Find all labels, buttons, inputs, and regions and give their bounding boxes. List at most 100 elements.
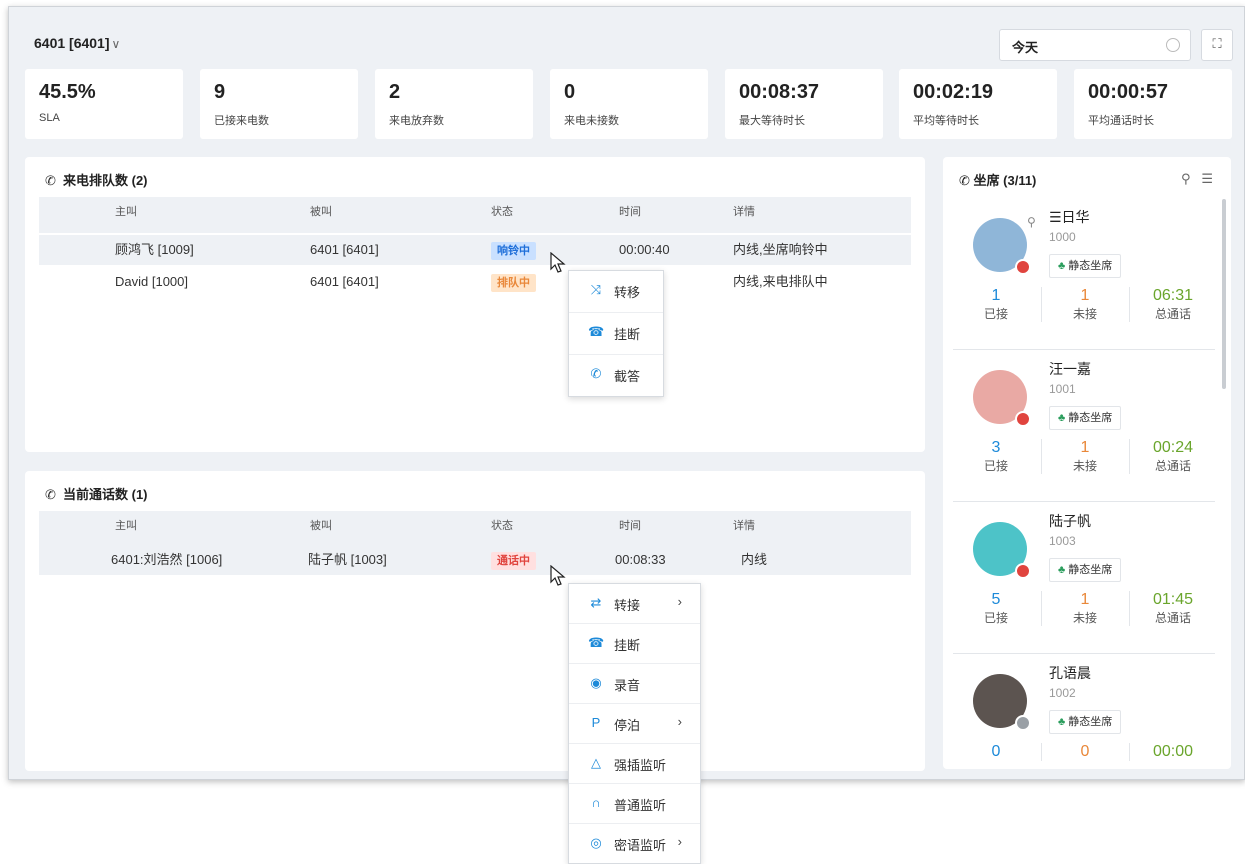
agent-name: 陆子帆 [1049,513,1091,529]
column-header: 被叫 [310,520,332,532]
column-header: 状态 [491,206,513,218]
agent-card[interactable]: 孔语晨 1002 ♣ 静态坐席 0 0 00:00 [953,655,1215,769]
status-dot [1015,411,1031,427]
call-context-menu: ⇄ 转接 › ☎ 挂断 ◉ 录音 P 停泊 › △ 强插监听 ∩ 普通监听 ◎ … [568,583,701,864]
menu-item-hangup[interactable]: ☎ 挂断 [569,624,700,664]
talk-stat: 00:00 [1129,743,1216,761]
detail-cell: 内线,来电排队中 [733,274,828,289]
user-group-icon: ♣ [1058,260,1066,272]
menu-item-hangup[interactable]: ☎ 挂断 [569,313,663,355]
callee-cell: 6401 [6401] [310,274,379,289]
answered-label: 已接 [983,459,1008,473]
date-value: 今天 [1012,40,1039,55]
time-cell: 00:00:40 [619,242,670,257]
search-icon[interactable]: ⚲ [1181,171,1191,186]
chevron-down-icon: ∨ [111,37,121,51]
answered-count: 3 [991,439,1001,456]
table-row[interactable]: 6401:刘浩然 [1006] 陆子帆 [1003] 通话中 00:08:33 … [39,545,911,575]
stats-row: 45.5% SLA 9 已接来电数 2 来电放弃数 0 来电未接数 00:08:… [25,69,1235,139]
talk-time: 01:45 [1152,591,1194,608]
agent-card[interactable]: ⚲ ☰日华 1000 ♣ 静态坐席 1 已接 1 未接 06:31 总通话 [953,199,1215,350]
hangup-icon: ☎ [588,324,605,339]
transfer-icon: ⤨ [590,282,602,297]
missed-label: 未接 [1072,611,1097,625]
status-badge: 排队中 [491,274,536,292]
agent-name: ☰日华 [1049,209,1090,225]
column-header: 状态 [491,520,513,532]
menu-item-label: 普通监听 [614,798,667,813]
stat-card-avg-talk: 00:00:57 平均通话时长 [1074,69,1232,139]
stat-value: 00:00:57 [1088,81,1169,103]
stat-card-avg-wait: 00:02:19 平均等待时长 [899,69,1057,139]
missed-count: 0 [1080,743,1090,760]
talk-time: 00:00 [1152,743,1194,760]
agents-title-text: 坐席 (3/11) [973,173,1037,188]
menu-item-record[interactable]: ◉ 录音 [569,664,700,704]
expand-icon: ⛶ [1212,36,1222,51]
column-header: 被叫 [310,206,332,218]
agent-extension: 1001 [1049,382,1076,396]
fullscreen-button[interactable]: ⛶ [1201,29,1233,61]
agent-card[interactable]: 汪一嘉 1001 ♣ 静态坐席 3 已接 1 未接 00:24 总通话 [953,351,1215,502]
list-view-icon[interactable]: ☰ [1201,171,1213,186]
agents-panel: ✆ 坐席 (3/11) ⚲ ☰ ⚲ ☰日华 1000 ♣ 静态坐席 1 已接 1 未接… [943,157,1231,769]
menu-item-label: 截答 [614,369,641,384]
column-header: 时间 [619,520,641,532]
queue-table-header: 主叫 被叫 状态 时间 详情 [39,197,911,233]
answered-count: 1 [991,287,1001,304]
status-dot [1015,715,1031,731]
caller-cell: David [1000] [115,274,188,289]
menu-item-transfer[interactable]: ⤨ 转移 [569,271,663,313]
agent-card[interactable]: 陆子帆 1003 ♣ 静态坐席 5 已接 1 未接 01:45 总通话 [953,503,1215,654]
menu-item-label: 停泊 [614,718,641,733]
table-row[interactable]: David [1000] 6401 [6401] 排队中 7 内线,来电排队中 [39,267,911,297]
callee-cell: 6401 [6401] [310,242,379,257]
answered-stat: 5 已接 [953,591,1039,626]
status-dot [1015,563,1031,579]
menu-item-transfer[interactable]: ⇄ 转接 › [569,584,700,624]
date-picker[interactable]: 今天 [999,29,1191,61]
menu-item-park[interactable]: P 停泊 › [569,704,700,744]
missed-label: 未接 [1072,459,1097,473]
stat-value: 45.5% [39,81,96,103]
agent-extension: 1003 [1049,534,1076,548]
status-cell: 排队中 [491,267,536,297]
active-call-icon: ✆ [45,487,56,502]
user-group-icon: ♣ [1058,564,1066,576]
stat-card-sla: 45.5% SLA [25,69,183,139]
stat-value: 00:08:37 [739,81,820,103]
stat-card-missed: 0 来电未接数 [550,69,708,139]
talk-stat: 00:24 总通话 [1129,439,1216,474]
agent-phone-icon: ✆ [959,173,970,188]
stat-label: 最大等待时长 [739,115,805,127]
whisper-icon: ◎ [590,835,602,850]
agents-toolbar: ⚲ ☰ [1181,171,1213,187]
talk-stat: 01:45 总通话 [1129,591,1216,626]
extension-selector[interactable]: 6401 [6401] ∨ [34,35,120,51]
missed-count: 1 [1080,591,1090,608]
agents-scrollbar[interactable] [1222,199,1226,389]
menu-item-barge[interactable]: △ 强插监听 [569,744,700,784]
column-header: 主叫 [115,520,137,532]
status-dot [1015,259,1031,275]
menu-item-whisper[interactable]: ◎ 密语监听 › [569,824,700,863]
missed-label: 未接 [1072,307,1097,321]
time-cell: 00:08:33 [615,552,666,567]
mouse-pointer-icon [550,252,566,273]
mouse-pointer-icon [550,565,566,586]
queue-context-menu: ⤨ 转移 ☎ 挂断 ✆ 截答 [568,270,664,397]
calls-title-text: 当前通话数 (1) [63,487,148,502]
menu-item-listen[interactable]: ∩ 普通监听 [569,784,700,824]
search-icon: ⚲ [1027,215,1036,229]
table-row[interactable]: 顾鸿飞 [1009] 6401 [6401] 响铃中 00:00:40 内线,坐… [39,235,911,265]
missed-stat: 0 [1041,743,1128,761]
stat-card-max-wait: 00:08:37 最大等待时长 [725,69,883,139]
answered-label: 已接 [983,611,1008,625]
column-header: 主叫 [115,206,137,218]
menu-item-pickup[interactable]: ✆ 截答 [569,355,663,396]
agent-type-tag: ♣ 静态坐席 [1049,406,1122,430]
missed-stat: 1 未接 [1041,287,1128,322]
stat-card-abandoned: 2 来电放弃数 [375,69,533,139]
missed-count: 1 [1080,287,1090,304]
clock-icon [1166,38,1180,52]
